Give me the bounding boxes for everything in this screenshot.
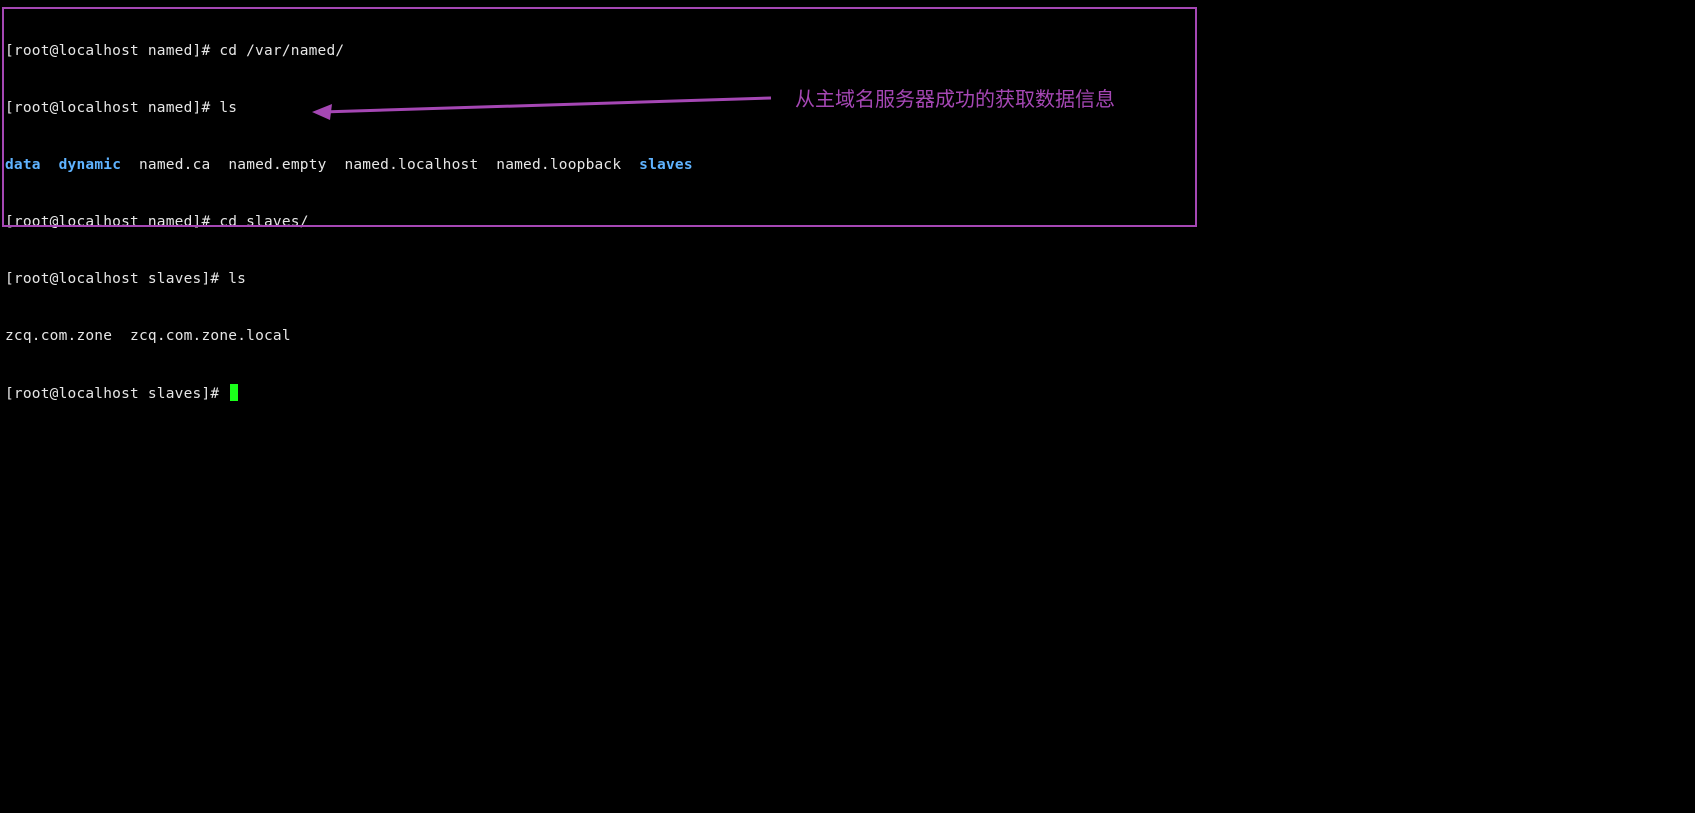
annotation-text: 从主域名服务器成功的获取数据信息	[795, 87, 1115, 111]
terminal-line-5: [root@localhost slaves]# ls	[5, 270, 693, 289]
terminal-line-6: zcq.com.zone zcq.com.zone.local	[5, 327, 693, 346]
terminal-line-7: [root@localhost slaves]#	[5, 384, 693, 403]
command: ls	[228, 271, 247, 287]
prompt: [root@localhost slaves]#	[5, 271, 229, 287]
annotation-highlight-box	[2, 7, 1197, 227]
file-entry-zone: zcq.com.zone	[5, 328, 113, 344]
file-entry-zone-local: zcq.com.zone.local	[130, 328, 291, 344]
terminal-cursor[interactable]	[230, 384, 239, 401]
prompt: [root@localhost slaves]#	[5, 386, 229, 402]
